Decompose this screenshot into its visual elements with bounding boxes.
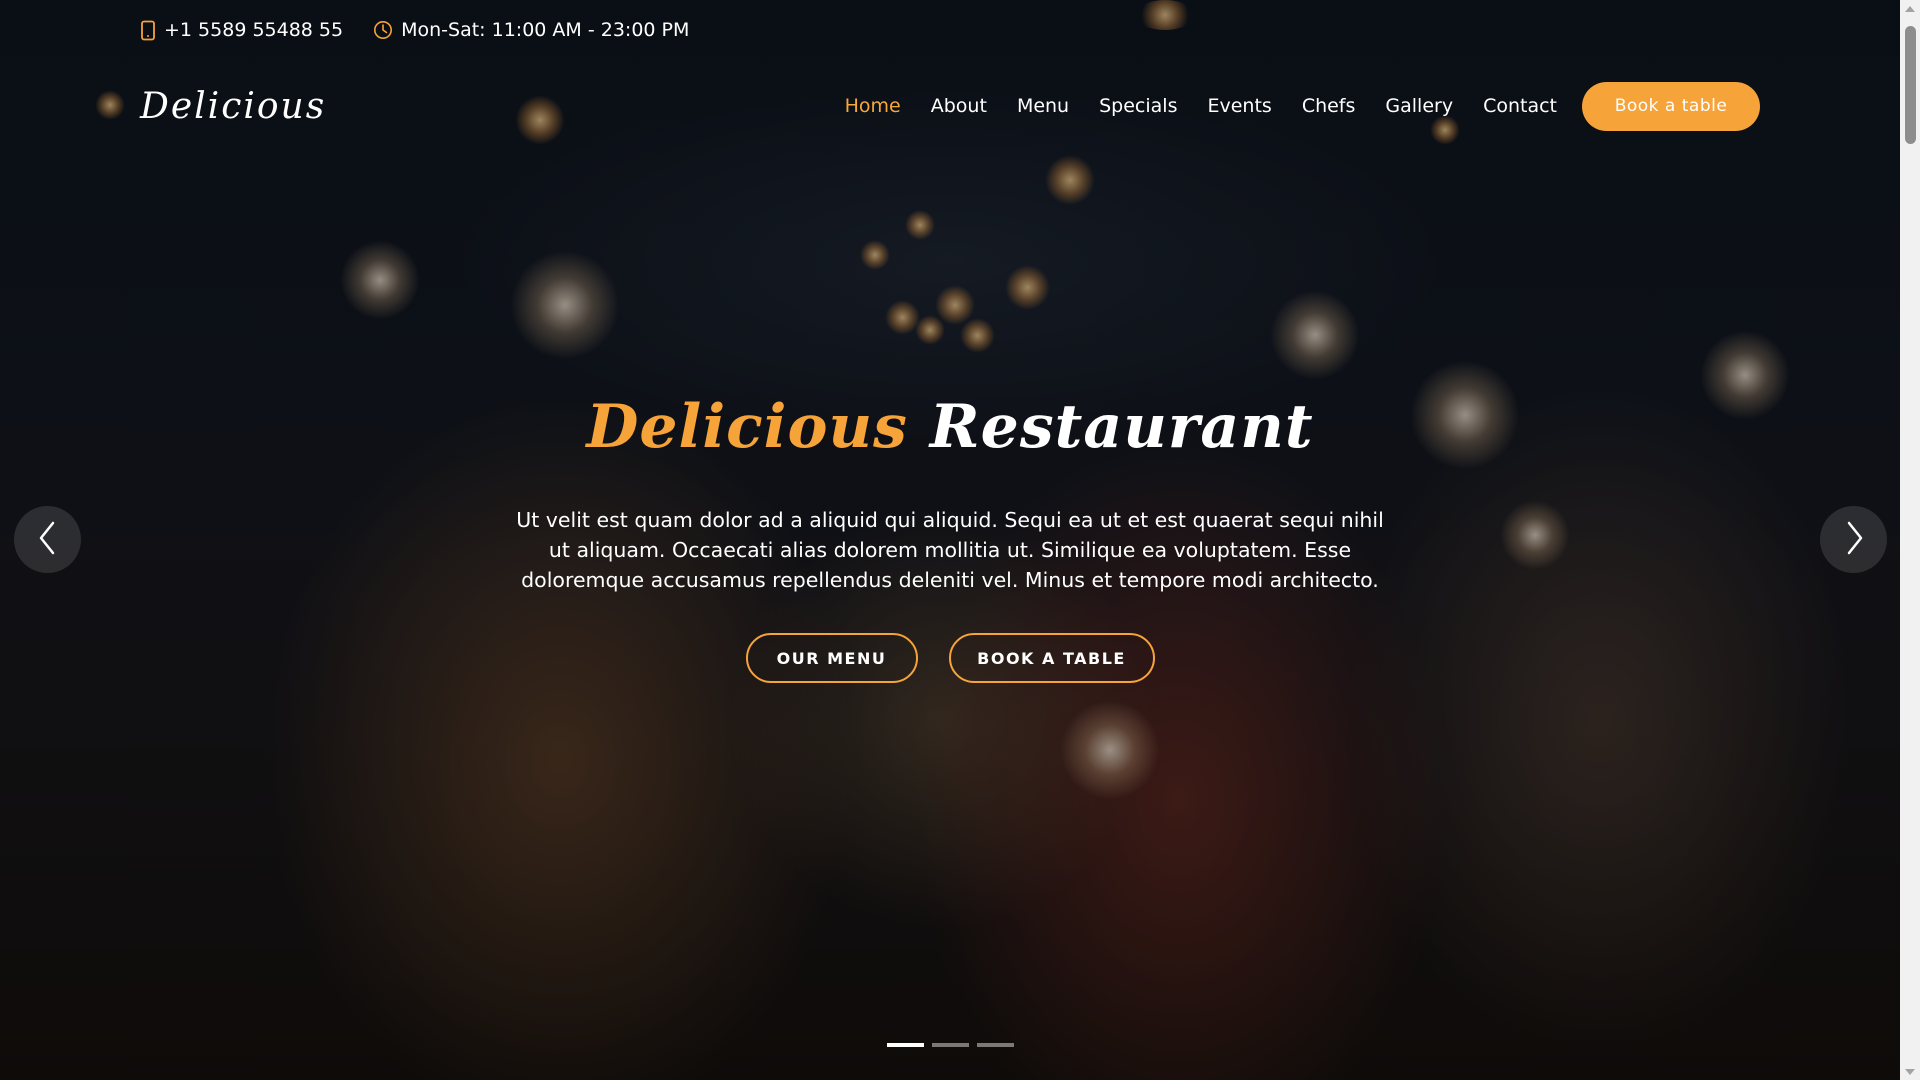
hero-title-accent: Delicious xyxy=(586,392,908,462)
hero-book-table-button[interactable]: BOOK A TABLE xyxy=(948,633,1155,683)
scrollbar-thumb[interactable] xyxy=(1905,26,1916,144)
chevron-left-icon xyxy=(36,520,60,560)
nav-specials[interactable]: Specials xyxy=(1099,95,1177,117)
phone-icon xyxy=(140,20,156,41)
carousel-next-button[interactable] xyxy=(1820,506,1887,573)
nav-gallery[interactable]: Gallery xyxy=(1385,95,1453,117)
topbar-phone: +1 5589 55488 55 xyxy=(140,19,343,41)
page: +1 5589 55488 55 Mon-Sat: 11:00 AM - 23:… xyxy=(0,0,1920,1080)
carousel-indicator-3[interactable] xyxy=(976,1043,1014,1047)
topbar: +1 5589 55488 55 Mon-Sat: 11:00 AM - 23:… xyxy=(140,18,689,42)
nav-about[interactable]: About xyxy=(931,95,987,117)
scroll-up-arrow-icon[interactable] xyxy=(1900,0,1920,17)
opening-hours: Mon-Sat: 11:00 AM - 23:00 PM xyxy=(401,19,690,41)
page-scrollbar[interactable] xyxy=(1900,0,1920,1080)
carousel-indicator-1[interactable] xyxy=(886,1043,924,1047)
nav-events[interactable]: Events xyxy=(1207,95,1271,117)
phone-number: +1 5589 55488 55 xyxy=(164,19,344,41)
our-menu-button[interactable]: OUR MENU xyxy=(745,633,918,683)
logo[interactable]: Delicious xyxy=(140,86,326,127)
hero-title-rest: Restaurant xyxy=(929,392,1314,462)
topbar-hours: Mon-Sat: 11:00 AM - 23:00 PM xyxy=(373,19,689,41)
nav-chefs[interactable]: Chefs xyxy=(1302,95,1356,117)
nav-menu[interactable]: Menu xyxy=(1017,95,1069,117)
nav-home[interactable]: Home xyxy=(845,95,901,117)
scroll-down-arrow-icon[interactable] xyxy=(1900,1063,1920,1080)
main-nav: Home About Menu Specials Events Chefs Ga… xyxy=(815,81,1760,131)
carousel-indicator-2[interactable] xyxy=(931,1043,969,1047)
carousel-prev-button[interactable] xyxy=(14,506,81,573)
nav-contact[interactable]: Contact xyxy=(1483,95,1557,117)
book-a-table-button[interactable]: Book a table xyxy=(1582,81,1760,131)
hero-buttons: OUR MENU BOOK A TABLE xyxy=(0,633,1900,683)
carousel-indicators xyxy=(0,1043,1900,1047)
clock-icon xyxy=(373,20,393,40)
hero-title: Delicious Restaurant xyxy=(0,392,1900,462)
chevron-right-icon xyxy=(1842,520,1866,560)
header: Delicious Home About Menu Specials Event… xyxy=(140,80,1760,132)
hero-description: Ut velit est quam dolor ad a aliquid qui… xyxy=(516,508,1384,592)
